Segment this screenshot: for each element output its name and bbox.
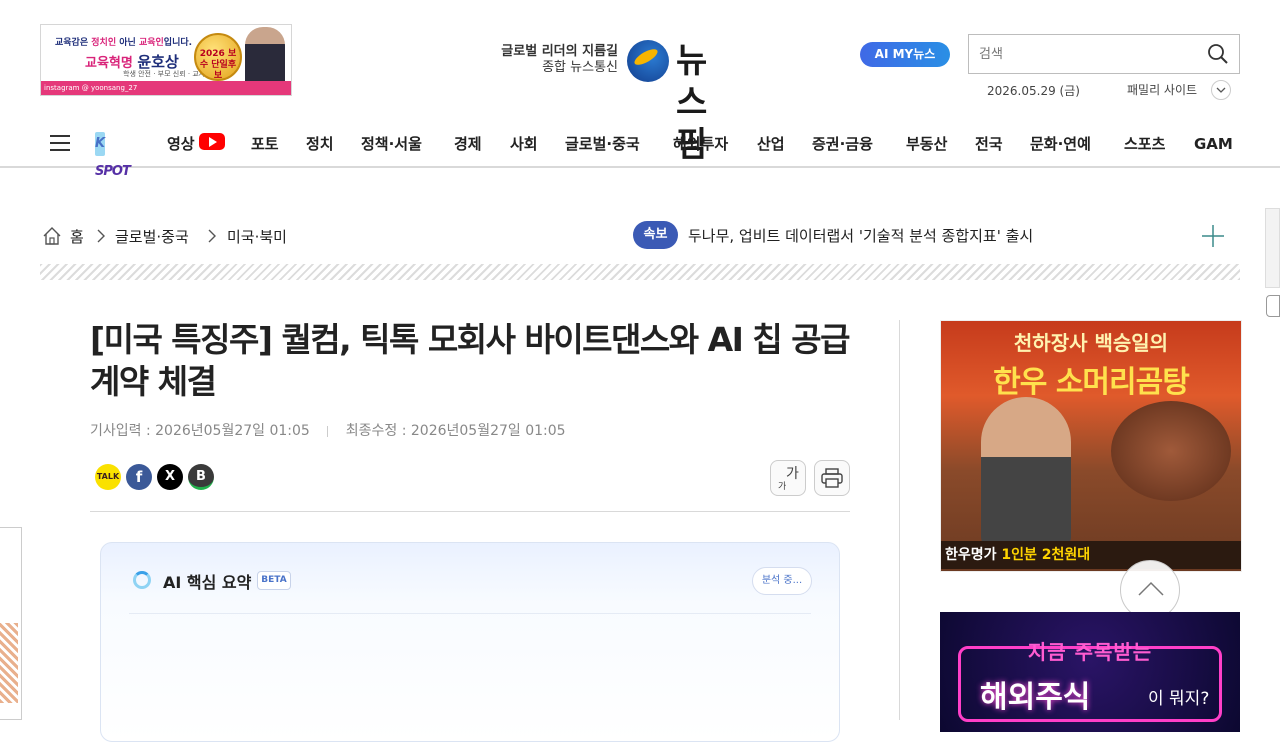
print-icon	[821, 468, 843, 488]
promo-banner[interactable]: 교육감은 정치인 아닌 교육인입니다. 교육혁명 윤호상 학생 안전 · 부모 …	[40, 24, 292, 96]
nav-item-sports[interactable]: 스포츠	[1124, 122, 1165, 166]
nav-item-industry[interactable]: 산업	[757, 122, 785, 166]
ad2-headline: 지금 주목받는	[1027, 640, 1153, 664]
breadcrumb-level2[interactable]: 미국·북미	[227, 226, 287, 247]
nav-item-video[interactable]: 영상	[167, 122, 225, 166]
blog-share-icon[interactable]: B	[188, 464, 214, 490]
ad-overseas-stocks[interactable]: 지금 주목받는 해외주식 이 뭐지?	[940, 612, 1240, 732]
home-icon[interactable]	[42, 226, 62, 246]
nav-item-photo[interactable]: 포토	[251, 122, 279, 166]
updated-date: 최종수정 : 2026년05월27일 01:05	[345, 423, 566, 439]
article-meta: 기사입력 : 2026년05월27일 01:05 최종수정 : 2026년05월…	[90, 420, 566, 440]
x-share-icon[interactable]: X	[157, 464, 183, 490]
right-side-ad[interactable]	[1265, 208, 1280, 288]
current-date: 2026.05.29 (금)	[987, 84, 1080, 98]
search-icon[interactable]	[1207, 43, 1229, 65]
chevron-right-icon	[208, 229, 216, 243]
ad2-suffix: 이 뭐지?	[1148, 689, 1210, 709]
nav-item-gam[interactable]: GAM	[1194, 122, 1233, 166]
ad-beef-soup[interactable]: 천하장사 백승일의 한우 소머리곰탕 한우명가 1인분 2천원대	[940, 320, 1242, 572]
banner-portrait	[245, 27, 285, 83]
family-site-label[interactable]: 패밀리 사이트	[1127, 81, 1197, 98]
ai-my-news-button[interactable]: AI MY뉴스	[860, 42, 950, 67]
menu-icon[interactable]	[50, 135, 70, 151]
nav-item-politics[interactable]: 정치	[306, 122, 334, 166]
search-input[interactable]	[969, 35, 1199, 73]
chevron-down-icon	[1216, 87, 1226, 93]
breadcrumb-home[interactable]: 홈	[70, 226, 84, 247]
banner-tagline: 교육감은 정치인 아닌 교육인입니다.	[55, 38, 193, 48]
ad1-person	[981, 397, 1071, 547]
ai-status-button[interactable]: 분석 중...	[752, 567, 812, 595]
chevron-up-icon	[1138, 581, 1164, 596]
ai-summary-title: AI 핵심 요약	[163, 573, 252, 592]
chevron-right-icon	[97, 229, 105, 243]
plus-icon[interactable]	[1201, 224, 1225, 248]
nav-item-national[interactable]: 전국	[975, 122, 1003, 166]
font-size-button[interactable]: 가 가	[770, 460, 806, 496]
nav-item-real-estate[interactable]: 부동산	[906, 122, 947, 166]
ad2-title: 해외주식	[980, 680, 1091, 715]
article-divider	[90, 511, 850, 512]
family-site-toggle[interactable]	[1211, 80, 1231, 100]
ad1-soup-bowl	[1111, 401, 1231, 501]
ad1-bottom-bar: 한우명가 1인분 2천원대	[941, 541, 1241, 569]
column-divider	[899, 320, 900, 720]
ai-summary-panel: AI 핵심 요약 BETA 분석 중...	[100, 542, 840, 742]
nav-item-overseas-invest[interactable]: 해외투자	[673, 122, 728, 166]
ai-summary-divider	[129, 613, 811, 614]
facebook-share-icon[interactable]: f	[126, 464, 152, 490]
ad1-headline: 천하장사 백승일의	[1013, 331, 1169, 355]
breaking-badge: 속보	[633, 221, 678, 249]
left-side-ad[interactable]	[0, 527, 22, 720]
nav-item-global-china[interactable]: 글로벌·중국	[565, 122, 640, 166]
kakao-share-icon[interactable]: TALK	[95, 464, 121, 490]
published-date: 기사입력 : 2026년05월27일 01:05	[90, 423, 310, 439]
logo-tagline: 글로벌 리더의 지름길 종합 뉴스통신	[501, 44, 618, 75]
youtube-icon	[198, 133, 225, 150]
beta-badge: BETA	[257, 571, 291, 590]
print-button[interactable]	[814, 460, 850, 496]
nav-item-economy[interactable]: 경제	[454, 122, 482, 166]
ad1-product: 한우 소머리곰탕	[993, 365, 1190, 400]
main-nav: K SPOT 영상 포토 정치 정책·서울 경제 사회 글로벌·중국 해외투자 …	[0, 122, 1280, 179]
breadcrumb-level1[interactable]: 글로벌·중국	[115, 226, 189, 247]
banner-footer: instagram @ yoonsang_27	[41, 81, 291, 95]
nav-item-securities[interactable]: 증권·금융	[812, 122, 873, 166]
banner-seal: 2026 보수 단일후보	[194, 33, 242, 81]
loading-spinner-icon	[133, 571, 151, 589]
breaking-news-link[interactable]: 두나무, 업비트 데이터랩서 '기술적 분석 종합지표' 출시	[688, 225, 1033, 246]
nav-item-culture[interactable]: 문화·연예	[1030, 122, 1091, 166]
right-side-toggle[interactable]	[1266, 295, 1280, 317]
search-box	[968, 34, 1240, 74]
nav-item-society[interactable]: 사회	[510, 122, 538, 166]
kspot-logo[interactable]: K SPOT	[95, 130, 141, 179]
scroll-top-button[interactable]	[1120, 560, 1180, 620]
logo-mark-icon	[627, 40, 669, 82]
article-title: [미국 특징주] 퀄컴, 틱톡 모회사 바이트댄스와 AI 칩 공급 계약 체결	[90, 320, 851, 401]
nav-item-policy-seoul[interactable]: 정책·서울	[361, 122, 422, 166]
hatch-divider	[40, 264, 1240, 280]
